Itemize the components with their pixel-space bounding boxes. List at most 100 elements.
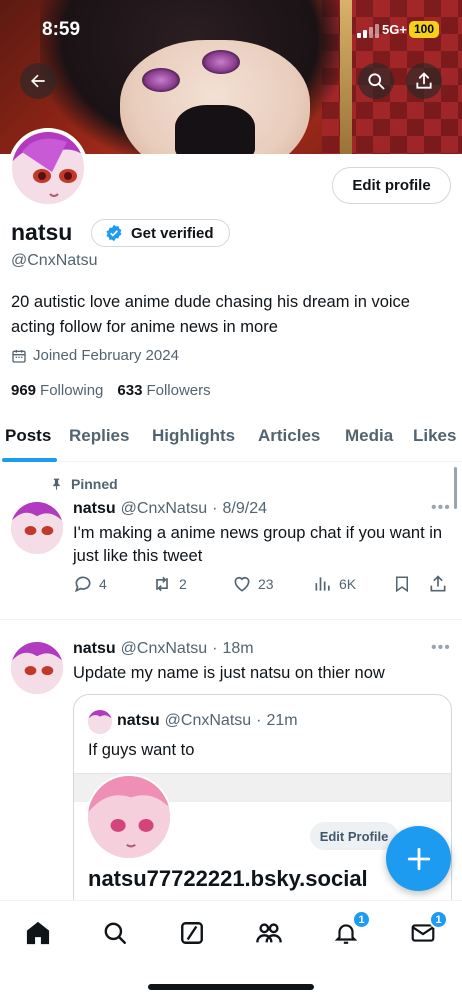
dot-separator: · <box>212 640 218 657</box>
nav-communities[interactable] <box>254 918 284 948</box>
more-options-icon[interactable]: ••• <box>431 499 451 517</box>
scrollbar[interactable] <box>454 467 457 509</box>
quoted-time: 21m <box>266 712 298 729</box>
profile-avatar[interactable] <box>8 128 88 208</box>
pinned-text: Pinned <box>71 476 118 492</box>
reply-count: 4 <box>99 576 107 592</box>
get-verified-label: Get verified <box>131 224 214 242</box>
quoted-text: If guys want to <box>88 741 195 759</box>
tab-media[interactable]: Media <box>345 426 393 446</box>
share-upload-icon <box>416 72 432 89</box>
post-text: Update my name is just natsu on thier no… <box>73 664 385 682</box>
nav-messages[interactable]: 1 <box>408 910 448 948</box>
reply-button[interactable]: 4 <box>73 574 107 594</box>
plus-icon <box>407 847 430 870</box>
verified-badge-icon <box>106 224 122 242</box>
active-tab-indicator <box>2 458 57 462</box>
bookmark-icon <box>396 576 408 593</box>
avatar-art <box>88 710 112 734</box>
reply-icon <box>74 576 91 593</box>
joined-date: Joined February 2024 <box>11 347 179 364</box>
quoted-author-handle: @CnxNatsu <box>164 712 252 729</box>
home-icon <box>26 921 50 945</box>
quoted-author-name: natsu <box>117 712 160 729</box>
profile-tabs: Posts Replies Highlights Articles Media … <box>0 412 462 462</box>
post-header: natsu @CnxNatsu · 8/9/24 <box>73 500 267 518</box>
post-actions: 4 2 23 6K <box>73 574 453 598</box>
nav-grok[interactable] <box>177 918 207 948</box>
search-button[interactable] <box>358 63 394 99</box>
post-time[interactable]: 8/9/24 <box>223 500 267 518</box>
banner-eye-left <box>142 68 180 92</box>
media-edit-profile-label: Edit Profile <box>310 822 398 850</box>
avatar-art <box>12 132 84 204</box>
like-count: 23 <box>258 576 274 592</box>
heart-icon <box>234 576 250 592</box>
share-post-button[interactable] <box>428 574 448 594</box>
dot-separator: · <box>256 712 262 729</box>
profile-bio: 20 autistic love anime dude chasing his … <box>11 293 410 336</box>
view-count: 6K <box>339 576 357 592</box>
profile-handle: @CnxNatsu <box>11 252 98 269</box>
battery-icon: 100 <box>409 21 439 38</box>
home-indicator <box>148 984 314 990</box>
repost-button[interactable]: 2 <box>151 574 187 594</box>
messages-badge: 1 <box>429 910 448 929</box>
quoted-avatar <box>88 710 112 734</box>
tab-highlights[interactable]: Highlights <box>152 426 235 446</box>
post-text: I'm making a anime news group chat if yo… <box>73 524 443 565</box>
search-icon <box>368 73 385 90</box>
media-handle-text: natsu77722221.bsky.social <box>88 866 368 891</box>
post-author-name[interactable]: natsu <box>73 640 116 658</box>
post-time[interactable]: 18m <box>223 640 254 658</box>
post-header: natsu @CnxNatsu · 18m <box>73 640 254 658</box>
post-divider <box>0 619 462 620</box>
more-options-icon[interactable]: ••• <box>431 639 451 657</box>
tab-likes[interactable]: Likes <box>413 426 456 446</box>
people-icon <box>256 923 282 943</box>
quoted-header: natsu @CnxNatsu · 21m <box>117 712 298 730</box>
nav-notifications[interactable]: 1 <box>331 910 371 948</box>
following-link[interactable]: 969 Following <box>11 382 103 399</box>
nav-explore[interactable] <box>100 918 130 948</box>
nav-home[interactable] <box>23 918 53 948</box>
like-button[interactable]: 23 <box>232 574 274 594</box>
compose-button[interactable] <box>386 826 451 891</box>
profile-name: natsu <box>11 219 73 245</box>
banner-gloved-hand <box>175 105 255 154</box>
post-avatar[interactable] <box>11 502 63 554</box>
post-author-handle[interactable]: @CnxNatsu <box>121 500 208 518</box>
arrow-left-icon <box>31 74 45 88</box>
get-verified-button[interactable]: Get verified <box>91 219 230 247</box>
post-author-handle[interactable]: @CnxNatsu <box>121 640 208 658</box>
post-author-name[interactable]: natsu <box>73 500 116 518</box>
status-bar: 8:59 5G+ 100 <box>0 0 462 60</box>
status-time: 8:59 <box>42 19 81 40</box>
followers-count: 633 <box>117 382 143 399</box>
tab-articles[interactable]: Articles <box>258 426 320 446</box>
edit-profile-button[interactable]: Edit profile <box>332 167 451 204</box>
media-avatar <box>86 774 172 860</box>
following-count: 969 <box>11 382 37 399</box>
views-chart-icon <box>315 577 330 591</box>
avatar-art <box>88 776 170 858</box>
tab-replies[interactable]: Replies <box>69 426 129 446</box>
calendar-icon <box>12 349 26 363</box>
follow-stats: 969 Following 633 Followers <box>11 382 211 399</box>
share-button[interactable] <box>406 63 442 99</box>
avatar-art <box>11 502 63 554</box>
share-upload-icon <box>430 575 446 592</box>
following-label: Following <box>40 382 104 399</box>
bookmark-button[interactable] <box>393 574 411 594</box>
search-icon <box>104 922 126 944</box>
back-button[interactable] <box>20 63 56 99</box>
followers-link[interactable]: 633 Followers <box>117 382 210 399</box>
grok-slash-icon <box>181 922 203 944</box>
signal-icon <box>357 24 379 38</box>
tab-posts[interactable]: Posts <box>5 426 51 446</box>
joined-label: Joined February 2024 <box>33 347 179 364</box>
repost-count: 2 <box>179 576 187 592</box>
post-avatar[interactable] <box>11 642 63 694</box>
notifications-badge: 1 <box>352 910 371 929</box>
views-button[interactable]: 6K <box>313 574 356 594</box>
